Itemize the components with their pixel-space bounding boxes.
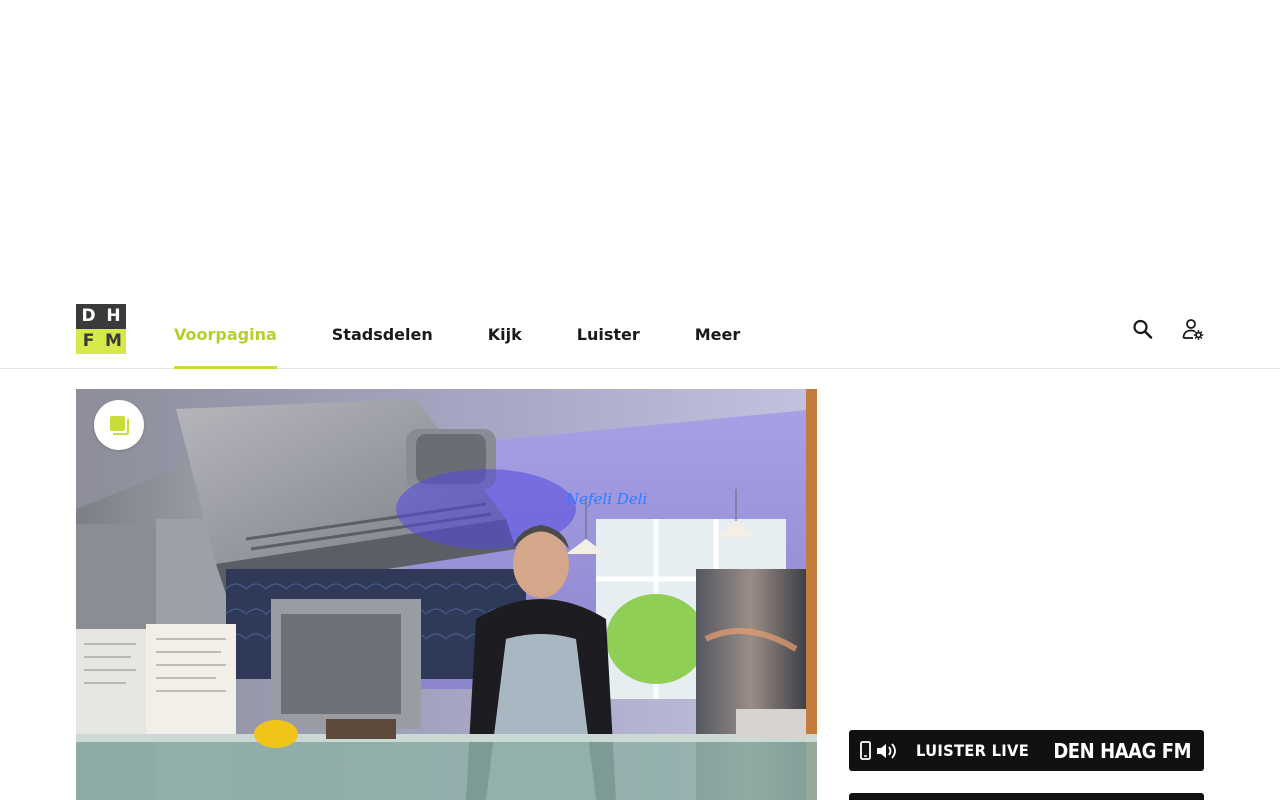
phone-icon bbox=[860, 741, 871, 760]
secondary-banner[interactable] bbox=[849, 793, 1204, 800]
hero-photo: Nefeli Deli bbox=[76, 389, 817, 800]
station-city: DEN HAAG bbox=[1053, 738, 1156, 763]
phone-speaker-icons bbox=[860, 740, 900, 762]
search-icon[interactable] bbox=[1131, 316, 1155, 342]
logo-letter: F bbox=[76, 329, 101, 354]
nav-item-voorpagina[interactable]: Voorpagina bbox=[174, 300, 277, 369]
station-name: DEN HAAG FM bbox=[1053, 730, 1191, 771]
logo-letter: H bbox=[101, 304, 126, 329]
station-suffix: FM bbox=[1161, 738, 1192, 763]
nav-item-meer[interactable]: Meer bbox=[695, 300, 741, 369]
main-nav: Voorpagina Stadsdelen Kijk Luister Meer bbox=[174, 300, 795, 369]
gallery-icon[interactable] bbox=[94, 400, 144, 450]
site-header: D H F M Voorpagina Stadsdelen Kijk Luist… bbox=[0, 300, 1280, 369]
speaker-icon bbox=[877, 743, 896, 759]
hero-image[interactable]: Nefeli Deli bbox=[76, 389, 817, 800]
dhfm-logo[interactable]: D H F M bbox=[76, 304, 126, 354]
nav-item-luister[interactable]: Luister bbox=[577, 300, 640, 369]
logo-letter: M bbox=[101, 329, 126, 354]
top-ad-space bbox=[0, 0, 1280, 300]
nav-item-stadsdelen[interactable]: Stadsdelen bbox=[332, 300, 433, 369]
nav-item-kijk[interactable]: Kijk bbox=[488, 300, 522, 369]
sidebar-ad-space bbox=[849, 389, 1204, 719]
logo-letter: D bbox=[76, 304, 101, 329]
user-settings-icon[interactable] bbox=[1180, 316, 1204, 342]
listen-live-banner[interactable]: LUISTER LIVE DEN HAAG FM bbox=[849, 730, 1204, 771]
listen-live-label: LUISTER LIVE bbox=[916, 741, 1030, 760]
neon-sign: Nefeli Deli bbox=[565, 490, 647, 508]
